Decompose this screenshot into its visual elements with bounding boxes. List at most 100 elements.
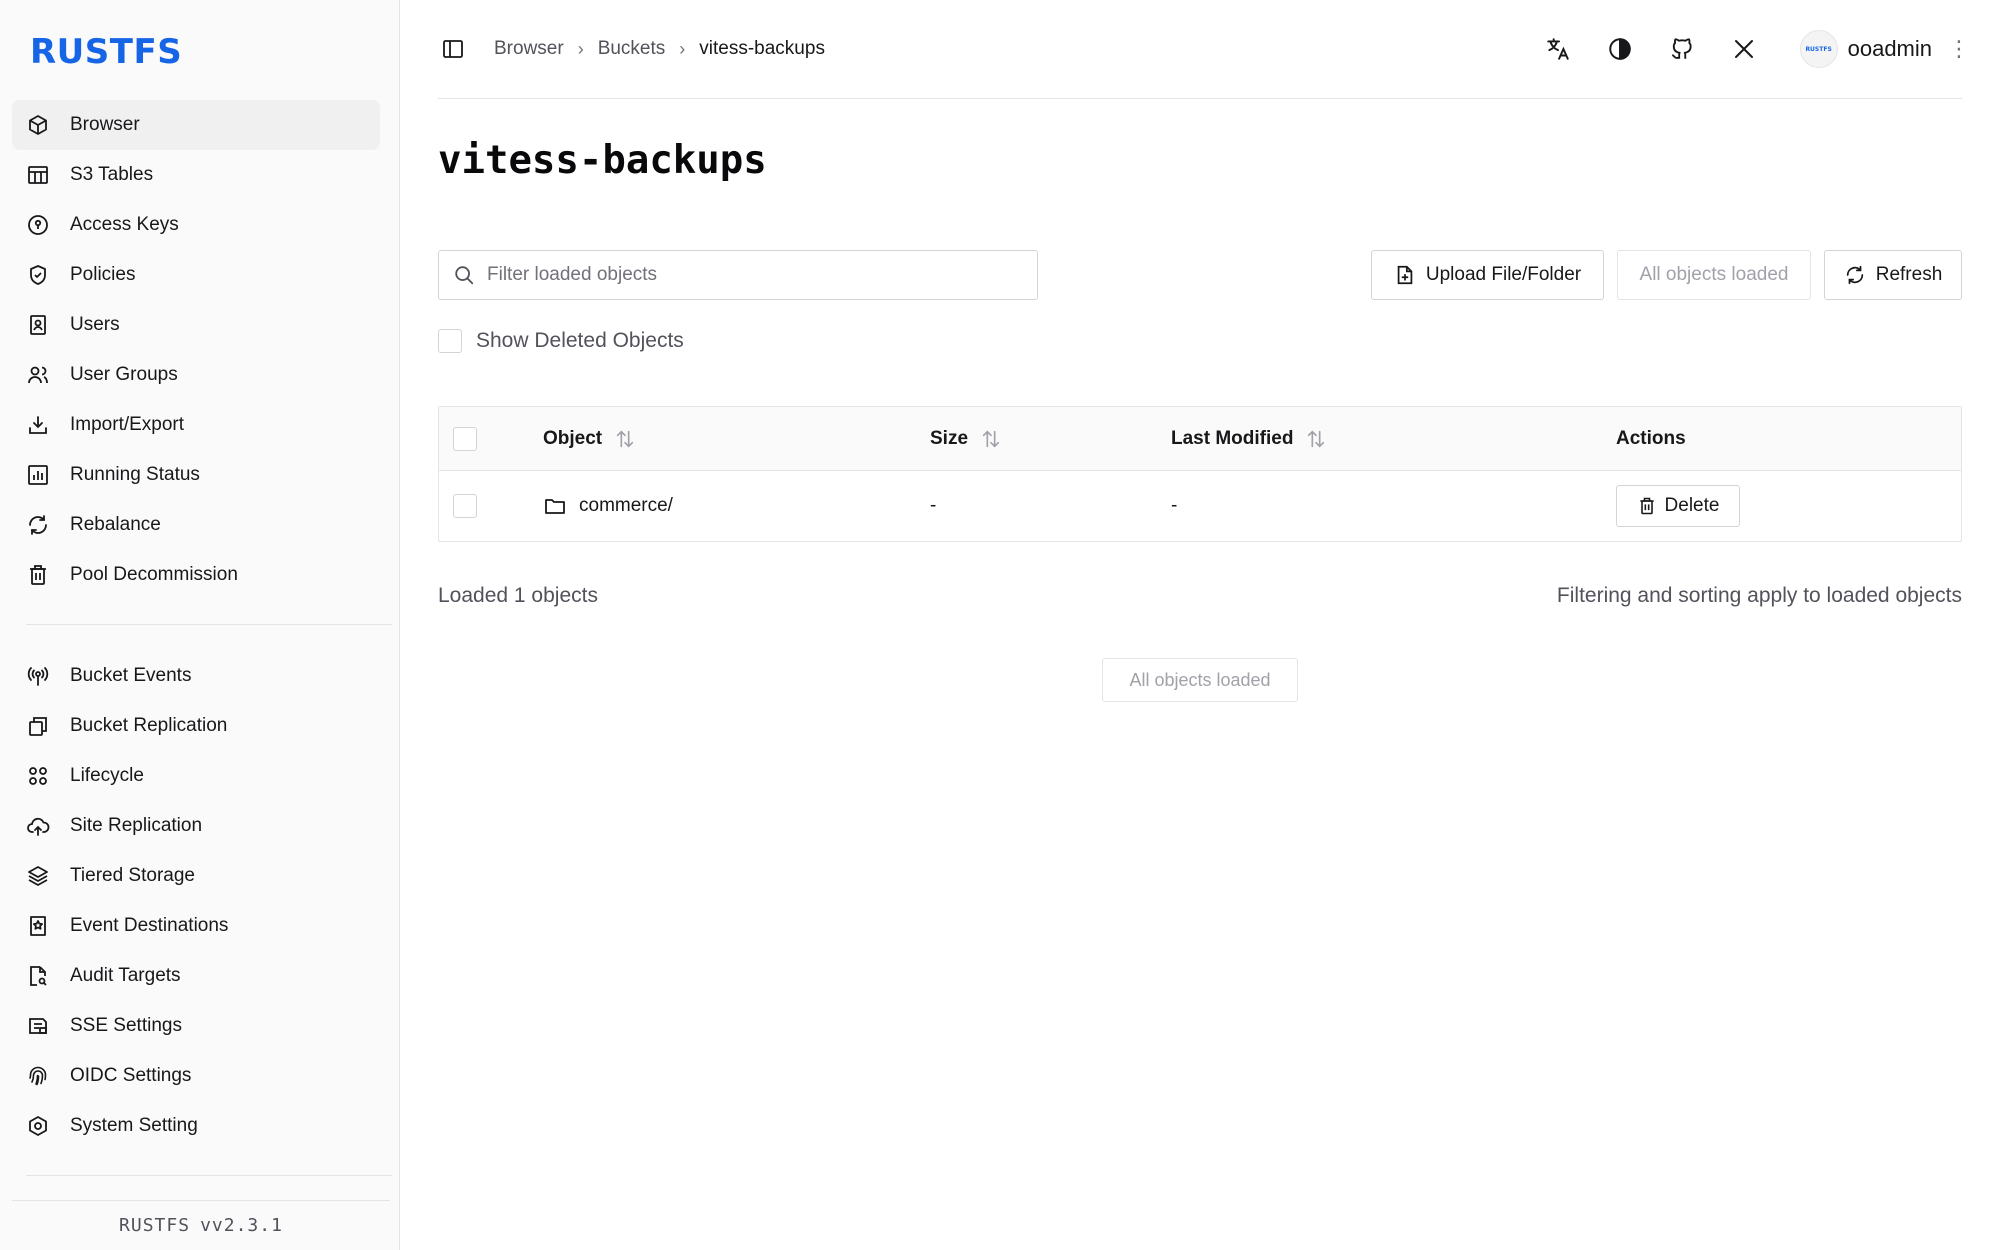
sidebar-divider: [26, 1175, 392, 1176]
all-objects-loaded-indicator: All objects loaded: [1102, 658, 1298, 702]
upload-button[interactable]: Upload File/Folder: [1371, 250, 1604, 300]
top-header: Browser › Buckets › vitess-backups RUSTF…: [438, 0, 1970, 99]
github-icon: [1671, 38, 1692, 59]
column-object-label: Object: [543, 427, 603, 449]
sidebar-item-system-setting[interactable]: System Setting: [12, 1101, 380, 1151]
bar-chart-icon: [28, 465, 48, 485]
sidebar-item-pool-decommission[interactable]: Pool Decommission: [12, 550, 380, 600]
more-vertical-icon[interactable]: ⋮: [1948, 36, 1970, 62]
sidebar-toggle-button[interactable]: [438, 34, 468, 64]
sidebar-item-access-keys[interactable]: Access Keys: [12, 200, 380, 250]
table-row[interactable]: commerce/ - - Delete: [439, 471, 1961, 541]
key-circle-icon: [28, 215, 48, 235]
sidebar-item-bucket-replication[interactable]: Bucket Replication: [12, 701, 380, 751]
sidebar-item-label: Access Keys: [70, 214, 179, 235]
footer-version: vv2.3.1: [200, 1215, 283, 1236]
github-link[interactable]: [1668, 35, 1696, 63]
theme-toggle-button[interactable]: [1606, 35, 1634, 63]
lifecycle-icon: [29, 767, 47, 785]
sidebar-item-s3-tables[interactable]: S3 Tables: [12, 150, 380, 200]
language-button[interactable]: [1544, 35, 1572, 63]
sidebar-item-label: Running Status: [70, 464, 200, 485]
show-deleted-toggle[interactable]: Show Deleted Objects: [438, 329, 684, 353]
fingerprint-icon: [29, 1066, 47, 1086]
delete-button-label: Delete: [1664, 495, 1720, 516]
sort-icon[interactable]: [980, 428, 1002, 450]
breadcrumb-buckets[interactable]: Buckets: [598, 38, 666, 60]
column-actions: Actions: [1616, 407, 1686, 470]
sidebar-item-label: Site Replication: [70, 815, 203, 836]
delete-button[interactable]: Delete: [1616, 485, 1740, 527]
loaded-count: Loaded 1 objects: [438, 584, 598, 607]
sidebar-item-bucket-events[interactable]: Bucket Events: [12, 651, 380, 701]
object-last-modified: -: [1171, 495, 1178, 516]
sidebar-item-label: Pool Decommission: [70, 564, 238, 585]
sidebar-item-site-replication[interactable]: Site Replication: [12, 801, 380, 851]
sidebar-item-event-destinations[interactable]: Event Destinations: [12, 901, 380, 951]
column-last-modified-label: Last Modified: [1171, 427, 1294, 449]
header-actions: RUSTFS ooadmin ⋮: [1510, 30, 1970, 68]
user-file-icon: [30, 315, 46, 335]
object-actions-cell: Delete: [1616, 471, 1740, 541]
cube-icon: [29, 115, 47, 135]
users-icon: [28, 366, 48, 384]
sidebar-item-rebalance[interactable]: Rebalance: [12, 500, 380, 550]
sidebar-item-user-groups[interactable]: User Groups: [12, 350, 380, 400]
sidebar-item-label: Bucket Events: [70, 665, 192, 686]
sidebar-item-label: Tiered Storage: [70, 865, 195, 886]
column-size[interactable]: Size: [930, 407, 1002, 470]
sidebar-item-sse-settings[interactable]: SSE Settings: [12, 1001, 380, 1051]
breadcrumb-current: vitess-backups: [699, 38, 825, 59]
sidebar-divider: [26, 624, 392, 625]
sidebar-item-tiered-storage[interactable]: Tiered Storage: [12, 851, 380, 901]
column-object[interactable]: Object: [543, 407, 636, 470]
app-logo[interactable]: RUSTFS: [30, 32, 182, 72]
sidebar-item-lifecycle[interactable]: Lifecycle: [12, 751, 380, 801]
sidebar-item-audit-targets[interactable]: Audit Targets: [12, 951, 380, 1001]
sidebar-item-label: Rebalance: [70, 514, 161, 535]
sidebar-item-running-status[interactable]: Running Status: [12, 450, 380, 500]
column-last-modified[interactable]: Last Modified: [1171, 407, 1327, 470]
sidebar-item-label: Audit Targets: [70, 965, 181, 986]
sidebar-item-users[interactable]: Users: [12, 300, 380, 350]
sidebar-item-label: Bucket Replication: [70, 715, 228, 736]
show-deleted-checkbox[interactable]: [438, 329, 462, 353]
sidebar-footer: RUSTFS vv2.3.1: [12, 1200, 390, 1250]
lock-file-icon: [29, 1018, 47, 1034]
column-actions-label: Actions: [1616, 427, 1686, 449]
username[interactable]: ooadmin: [1848, 36, 1932, 62]
sidebar-toggle-icon: [443, 40, 463, 58]
avatar[interactable]: RUSTFS: [1799, 30, 1838, 68]
select-all-cell: [453, 407, 477, 470]
sort-icon[interactable]: [1305, 428, 1327, 450]
trash-icon: [1639, 497, 1654, 515]
show-deleted-label: Show Deleted Objects: [476, 329, 684, 352]
search-field[interactable]: [438, 250, 1038, 300]
sidebar-item-label: SSE Settings: [70, 1015, 182, 1036]
row-checkbox[interactable]: [453, 494, 477, 518]
layers-icon: [28, 866, 48, 886]
sort-icon[interactable]: [614, 428, 636, 450]
refresh-icon: [29, 515, 47, 535]
sidebar-item-label: OIDC Settings: [70, 1065, 192, 1086]
sidebar-item-label: Browser: [70, 114, 140, 135]
translate-icon: [1546, 38, 1569, 60]
object-name-cell[interactable]: commerce/: [543, 471, 673, 541]
select-all-checkbox[interactable]: [453, 426, 477, 451]
sidebar-item-browser[interactable]: Browser: [12, 100, 380, 150]
refresh-icon: [1846, 265, 1863, 285]
sidebar-item-oidc-settings[interactable]: OIDC Settings: [12, 1051, 380, 1101]
sidebar-item-policies[interactable]: Policies: [12, 250, 380, 300]
breadcrumb: Browser › Buckets › vitess-backups: [494, 38, 825, 60]
search-input[interactable]: [487, 264, 1027, 286]
x-link[interactable]: [1730, 35, 1758, 63]
search-icon: [455, 266, 474, 285]
all-objects-loaded-button[interactable]: All objects loaded: [1617, 250, 1811, 300]
refresh-button[interactable]: Refresh: [1824, 250, 1962, 300]
bookmark-star-icon: [30, 916, 46, 936]
sidebar-item-import-export[interactable]: Import/Export: [12, 400, 380, 450]
object-name[interactable]: commerce/: [579, 495, 673, 517]
footer-app-name: RUSTFS: [119, 1215, 191, 1236]
column-size-label: Size: [930, 427, 969, 449]
breadcrumb-browser[interactable]: Browser: [494, 38, 564, 60]
